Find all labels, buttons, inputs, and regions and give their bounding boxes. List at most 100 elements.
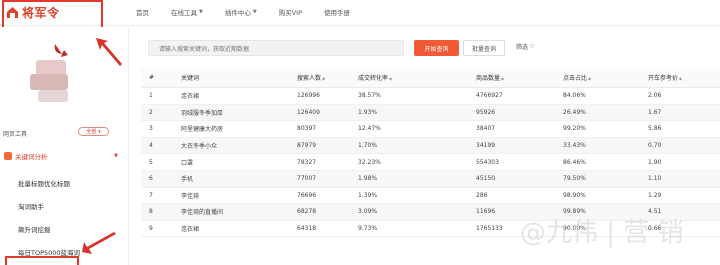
table-row[interactable]: 3 阿里健康大药房 80397 12.47% 38407 99.20% 5.86	[141, 121, 720, 138]
col-header-items[interactable]: 商品数量◆	[476, 73, 504, 82]
cell-ref-price: 1.67	[648, 108, 662, 116]
cell-click-share: 86.46%	[563, 158, 586, 166]
cell-search: 80397	[297, 125, 317, 133]
curl-arrow-icon	[54, 44, 68, 57]
filter-label: 筛选	[516, 44, 529, 51]
nav-buy-vip[interactable]: 购买VIP	[279, 7, 302, 17]
cell-keyword: 口罩	[181, 159, 194, 167]
cell-items: 11696	[476, 208, 496, 216]
cell-ref-price: 0.70	[648, 142, 662, 150]
col-header-click-share[interactable]: 点击占比◆	[563, 73, 591, 82]
col-header-search[interactable]: 搜索人数◆	[297, 73, 325, 82]
cell-ref-price: 5.86	[648, 125, 662, 133]
table-row[interactable]: 7 李佳琦 76696 1.39% 286 98.90% 1.29	[141, 188, 720, 205]
cell-keyword: 手机	[181, 176, 194, 184]
sidebar-item-rising-words[interactable]: 飙升词挖掘	[18, 224, 51, 234]
nav-home[interactable]: 首页	[136, 7, 149, 17]
cell-ref-price: 1.29	[648, 191, 662, 199]
cell-items: 34199	[476, 142, 496, 150]
nav-plugin-center-label: 插件中心	[224, 9, 251, 17]
cell-keyword: 羽绒服冬季加厚	[181, 109, 224, 117]
col-header-ref-price[interactable]: 开车参考价◆	[648, 73, 682, 82]
cell-index: 8	[149, 208, 153, 216]
search-placeholder: 请输入搜索关键词，获取近期数据	[159, 45, 250, 53]
cell-click-share: 33.43%	[563, 142, 586, 150]
cell-items: 554303	[476, 158, 499, 166]
nav-buy-vip-label: 购买VIP	[278, 9, 303, 17]
cell-search: 126996	[297, 92, 320, 100]
cell-search: 78327	[297, 158, 317, 166]
nav-plugin-center[interactable]: 插件中心 ▼	[225, 7, 257, 17]
table-row[interactable]: 2 羽绒服冬季加厚 126409 1.93% 95926 26.49% 1.67	[141, 104, 720, 122]
cell-keyword: 连衣裙	[181, 226, 200, 234]
nav-manual[interactable]: 使用手册	[324, 7, 350, 17]
table-header: # 关键词 搜索人数◆ 成交转化率◆ 商品数量◆ 点击占比◆ 开车参考价◆	[141, 68, 720, 88]
batch-query-button[interactable]: 批量查询	[463, 40, 505, 56]
nav-home-label: 首页	[136, 9, 149, 17]
sidebar-filter-select[interactable]: 全部 ▾	[78, 127, 109, 136]
cell-ref-price: 2.06	[648, 92, 662, 100]
avatar	[30, 60, 70, 108]
cell-conversion: 1.70%	[358, 142, 378, 150]
annotation-arrow-icon	[82, 232, 116, 254]
cell-items: 1765133	[476, 225, 503, 233]
cell-index: 9	[149, 225, 153, 233]
sidebar-group-keyword-analysis[interactable]: 关键词分析 ▼	[4, 150, 122, 162]
annotation-arrow-icon	[96, 38, 122, 66]
sidebar-item-tao-helper[interactable]: 淘词助手	[18, 201, 44, 211]
cell-click-share: 99.20%	[563, 125, 586, 133]
cell-items: 4766927	[476, 92, 503, 100]
cell-index: 6	[149, 175, 153, 183]
chevron-down-icon: ▼	[199, 9, 203, 15]
sort-icon: ◆	[389, 76, 393, 81]
main-nav: 首页 在线工具 ▼ 插件中心 ▼ 购买VIP 使用手册	[136, 7, 372, 17]
start-query-button[interactable]: 开始查询	[414, 40, 459, 56]
top-navigation-bar: 将军令 首页 在线工具 ▼ 插件中心 ▼ 购买VIP 使用手册	[0, 0, 720, 26]
cell-click-share: 79.50%	[563, 175, 586, 183]
sort-icon: ◆	[588, 76, 592, 81]
table-row[interactable]: 4 大衣冬季小众 87979 1.70% 34199 33.43% 0.70	[141, 137, 720, 155]
cell-search: 68278	[297, 208, 317, 216]
cell-index: 1	[149, 92, 153, 100]
nav-online-tools-label: 在线工具	[171, 9, 197, 17]
col-header-conversion[interactable]: 成交转化率◆	[358, 73, 392, 82]
sidebar-tools-row: 网页工具 全部 ▾	[3, 127, 123, 139]
cell-search: 87979	[297, 142, 317, 150]
filter-icon: ▽	[530, 43, 534, 50]
cell-index: 3	[149, 125, 153, 133]
table-row[interactable]: 5 口罩 78327 32.23% 554303 86.46% 1.90	[141, 154, 720, 171]
cell-search: 77007	[297, 175, 317, 183]
cell-conversion: 3.09%	[358, 208, 378, 216]
nav-online-tools[interactable]: 在线工具 ▼	[171, 7, 203, 17]
cell-search: 76696	[297, 191, 317, 199]
keyword-search-input[interactable]: 请输入搜索关键词，获取近期数据	[148, 40, 404, 56]
cell-items: 95926	[476, 108, 496, 116]
sidebar-tools-label: 网页工具	[3, 130, 28, 138]
annotation-highlight-box	[5, 256, 79, 265]
cell-index: 7	[149, 191, 153, 199]
col-header-index: #	[149, 74, 155, 81]
cell-conversion: 1.93%	[358, 108, 378, 116]
cell-index: 2	[149, 108, 153, 116]
sidebar-filter-value: 全部	[86, 129, 97, 135]
table-row[interactable]: 1 连衣裙 126996 38.57% 4766927 84.06% 2.06	[141, 88, 720, 105]
cell-conversion: 12.47%	[358, 125, 381, 133]
cell-conversion: 1.39%	[358, 191, 378, 199]
table-row[interactable]: 6 手机 77007 1.98% 45150 79.50% 1.10	[141, 170, 720, 188]
cell-keyword: 李佳琦的直播间	[181, 209, 224, 217]
sidebar-item-batch-title[interactable]: 批量标题优化标题	[18, 178, 70, 188]
cell-search: 126409	[297, 108, 320, 116]
filter-button[interactable]: 筛选 ▽	[516, 42, 534, 52]
cell-conversion: 38.57%	[358, 92, 381, 100]
cell-click-share: 26.49%	[563, 108, 586, 116]
watermark: @九伟 | 营 销	[520, 218, 684, 248]
chevron-down-icon: ▼	[114, 153, 118, 159]
chevron-down-icon: ▼	[252, 9, 257, 15]
cell-items: 38407	[476, 125, 496, 133]
nav-manual-label: 使用手册	[324, 9, 351, 17]
cell-click-share: 84.06%	[563, 92, 586, 100]
cell-conversion: 32.23%	[358, 158, 381, 166]
sort-icon: ◆	[679, 76, 683, 81]
cell-items: 286	[476, 191, 488, 199]
cell-index: 4	[149, 142, 153, 150]
